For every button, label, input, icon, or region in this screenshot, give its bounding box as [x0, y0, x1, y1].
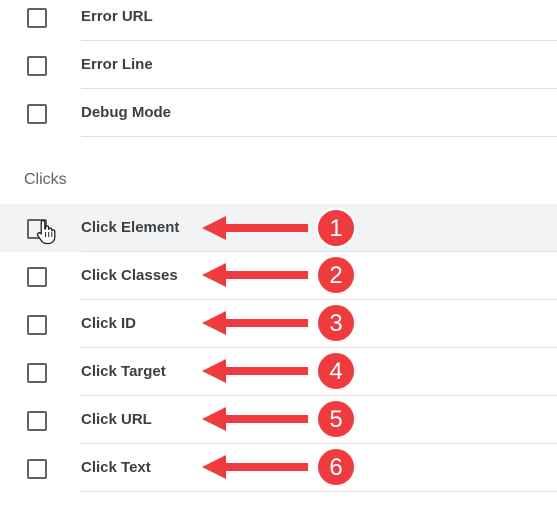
badge-number: 4	[329, 358, 342, 385]
arrow-left-icon	[202, 263, 308, 287]
checkbox[interactable]	[27, 363, 47, 383]
badge-number: 5	[329, 406, 342, 433]
badge-number: 2	[329, 262, 342, 289]
checkbox[interactable]	[27, 411, 47, 431]
checkbox[interactable]	[27, 104, 47, 124]
badge-number: 3	[329, 310, 342, 337]
badge-number: 1	[329, 215, 342, 242]
checkbox[interactable]	[27, 56, 47, 76]
variable-label: Debug Mode	[81, 104, 171, 121]
variable-label: Click Target	[81, 363, 166, 380]
annotation-arrow-3: 3	[202, 303, 356, 343]
arrow-left-icon	[202, 359, 308, 383]
variable-label: Error Line	[81, 56, 153, 73]
checkbox[interactable]	[27, 8, 47, 28]
variable-label: Error URL	[81, 8, 153, 25]
divider	[81, 491, 557, 492]
annotation-arrow-6: 6	[202, 447, 356, 487]
variable-row-error-url[interactable]: Error URL	[0, 0, 557, 41]
variable-label: Click Classes	[81, 267, 178, 284]
variable-label: Click ID	[81, 315, 137, 332]
hand-cursor-icon	[36, 219, 56, 245]
variable-label: Click URL	[81, 411, 152, 428]
checkbox[interactable]	[27, 267, 47, 287]
arrow-left-icon	[202, 407, 308, 431]
variable-row-debug-mode[interactable]: Debug Mode	[0, 89, 557, 137]
checkbox[interactable]	[27, 459, 47, 479]
arrow-left-icon	[202, 311, 308, 335]
annotation-arrow-1: 1	[202, 208, 356, 248]
annotation-arrow-4: 4	[202, 351, 356, 391]
variable-row-error-line[interactable]: Error Line	[0, 41, 557, 89]
variable-label: Click Text	[81, 459, 151, 476]
checkbox[interactable]	[27, 315, 47, 335]
annotation-arrow-5: 5	[202, 399, 356, 439]
arrow-left-icon	[202, 216, 308, 240]
badge-number: 6	[329, 454, 342, 481]
arrow-left-icon	[202, 455, 308, 479]
section-title-clicks: Clicks	[24, 171, 67, 188]
divider	[81, 136, 557, 137]
variable-label: Click Element	[81, 219, 180, 236]
annotation-arrow-2: 2	[202, 255, 356, 295]
